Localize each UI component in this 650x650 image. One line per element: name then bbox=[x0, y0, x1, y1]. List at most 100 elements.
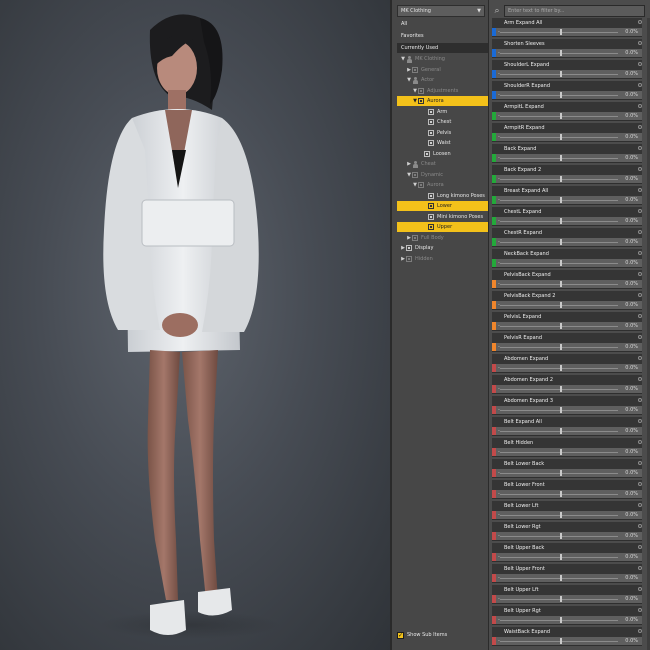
tree-node[interactable]: ▶ Full Body bbox=[406, 233, 444, 243]
slider-value[interactable]: 0.0% bbox=[625, 553, 638, 561]
slider-handle[interactable] bbox=[560, 302, 562, 308]
tree-node[interactable]: Mini kimono Poses bbox=[422, 212, 483, 222]
slider-track[interactable]: -0.0% bbox=[492, 112, 642, 121]
reset-circle-icon[interactable] bbox=[638, 146, 642, 150]
reset-circle-icon[interactable] bbox=[638, 503, 642, 507]
tree-node[interactable]: Loosen bbox=[418, 149, 451, 159]
slider-value[interactable]: 0.0% bbox=[625, 490, 638, 498]
slider-track[interactable]: -0.0% bbox=[492, 28, 642, 37]
slider-track[interactable]: -0.0% bbox=[492, 133, 642, 142]
slider-track[interactable]: -0.0% bbox=[492, 154, 642, 163]
slider-handle[interactable] bbox=[560, 260, 562, 266]
slider-track[interactable]: -0.0% bbox=[492, 385, 642, 394]
slider-value[interactable]: 0.0% bbox=[625, 364, 638, 372]
tree-node[interactable]: Chest bbox=[422, 117, 451, 127]
slider-value[interactable]: 0.0% bbox=[625, 427, 638, 435]
slider-value[interactable]: 0.0% bbox=[625, 595, 638, 603]
slider-value[interactable]: 0.0% bbox=[625, 112, 638, 120]
show-sub-items-toggle[interactable]: ✓ Show Sub Items bbox=[397, 630, 447, 640]
slider-value[interactable]: 0.0% bbox=[625, 322, 638, 330]
slider-track[interactable]: -0.0% bbox=[492, 469, 642, 478]
slider-value[interactable]: 0.0% bbox=[625, 217, 638, 225]
tree-node[interactable]: ▶ General bbox=[406, 65, 441, 75]
slider-handle[interactable] bbox=[560, 218, 562, 224]
top-category-item[interactable]: Favorites bbox=[397, 31, 488, 41]
tree-node[interactable]: ▼ Aurora bbox=[412, 96, 444, 106]
tree-node[interactable]: Arm bbox=[422, 107, 447, 117]
slider-handle[interactable] bbox=[560, 344, 562, 350]
slider-handle[interactable] bbox=[560, 176, 562, 182]
slider-value[interactable]: 0.0% bbox=[625, 574, 638, 582]
slider-value[interactable]: 0.0% bbox=[625, 406, 638, 414]
tree-node[interactable]: Waist bbox=[422, 138, 451, 148]
slider-handle[interactable] bbox=[560, 617, 562, 623]
tree-node[interactable]: ▶ Cheat bbox=[406, 159, 436, 169]
reset-circle-icon[interactable] bbox=[638, 587, 642, 591]
reset-circle-icon[interactable] bbox=[638, 230, 642, 234]
slider-handle[interactable] bbox=[560, 386, 562, 392]
slider-value[interactable]: 0.0% bbox=[625, 469, 638, 477]
slider-value[interactable]: 0.0% bbox=[625, 28, 638, 36]
tree-node[interactable]: ▶ Display bbox=[400, 243, 433, 253]
reset-circle-icon[interactable] bbox=[638, 293, 642, 297]
top-category-item[interactable]: All bbox=[397, 19, 488, 29]
slider-handle[interactable] bbox=[560, 239, 562, 245]
reset-circle-icon[interactable] bbox=[638, 377, 642, 381]
reset-circle-icon[interactable] bbox=[638, 419, 642, 423]
reset-circle-icon[interactable] bbox=[638, 272, 642, 276]
slider-handle[interactable] bbox=[560, 197, 562, 203]
reset-circle-icon[interactable] bbox=[638, 314, 642, 318]
slider-handle[interactable] bbox=[560, 554, 562, 560]
slider-value[interactable]: 0.0% bbox=[625, 259, 638, 267]
reset-circle-icon[interactable] bbox=[638, 545, 642, 549]
slider-handle[interactable] bbox=[560, 323, 562, 329]
reset-circle-icon[interactable] bbox=[638, 440, 642, 444]
slider-handle[interactable] bbox=[560, 512, 562, 518]
slider-value[interactable]: 0.0% bbox=[625, 175, 638, 183]
slider-handle[interactable] bbox=[560, 407, 562, 413]
slider-track[interactable]: -0.0% bbox=[492, 448, 642, 457]
reset-circle-icon[interactable] bbox=[638, 104, 642, 108]
slider-value[interactable]: 0.0% bbox=[625, 196, 638, 204]
slider-track[interactable]: -0.0% bbox=[492, 238, 642, 247]
reset-circle-icon[interactable] bbox=[638, 566, 642, 570]
checkbox-icon[interactable]: ✓ bbox=[397, 631, 404, 639]
slider-track[interactable]: -0.0% bbox=[492, 406, 642, 415]
reset-circle-icon[interactable] bbox=[638, 461, 642, 465]
slider-track[interactable]: -0.0% bbox=[492, 511, 642, 520]
reset-circle-icon[interactable] bbox=[638, 209, 642, 213]
slider-handle[interactable] bbox=[560, 29, 562, 35]
slider-track[interactable]: -0.0% bbox=[492, 427, 642, 436]
search-icon[interactable]: ⌕ bbox=[491, 5, 503, 17]
slider-value[interactable]: 0.0% bbox=[625, 49, 638, 57]
slider-track[interactable]: -0.0% bbox=[492, 490, 642, 499]
slider-track[interactable]: -0.0% bbox=[492, 196, 642, 205]
tree-node[interactable]: ▶ Hidden bbox=[400, 254, 433, 264]
slider-track[interactable]: -0.0% bbox=[492, 553, 642, 562]
reset-circle-icon[interactable] bbox=[638, 335, 642, 339]
reset-circle-icon[interactable] bbox=[638, 398, 642, 402]
slider-handle[interactable] bbox=[560, 365, 562, 371]
slider-track[interactable]: -0.0% bbox=[492, 49, 642, 58]
reset-circle-icon[interactable] bbox=[638, 608, 642, 612]
tree-node[interactable]: Long kimono Poses bbox=[422, 191, 485, 201]
slider-value[interactable]: 0.0% bbox=[625, 616, 638, 624]
slider-track[interactable]: -0.0% bbox=[492, 322, 642, 331]
preset-dropdown[interactable]: MK Clothing ▼ bbox=[397, 5, 485, 17]
slider-handle[interactable] bbox=[560, 281, 562, 287]
reset-circle-icon[interactable] bbox=[638, 41, 642, 45]
slider-track[interactable]: -0.0% bbox=[492, 70, 642, 79]
reset-circle-icon[interactable] bbox=[638, 20, 642, 24]
slider-handle[interactable] bbox=[560, 50, 562, 56]
slider-value[interactable]: 0.0% bbox=[625, 385, 638, 393]
slider-track[interactable]: -0.0% bbox=[492, 532, 642, 541]
slider-handle[interactable] bbox=[560, 71, 562, 77]
slider-handle[interactable] bbox=[560, 596, 562, 602]
slider-track[interactable]: -0.0% bbox=[492, 175, 642, 184]
slider-track[interactable]: -0.0% bbox=[492, 343, 642, 352]
slider-handle[interactable] bbox=[560, 575, 562, 581]
slider-value[interactable]: 0.0% bbox=[625, 133, 638, 141]
slider-track[interactable]: -0.0% bbox=[492, 574, 642, 583]
slider-handle[interactable] bbox=[560, 113, 562, 119]
tree-node[interactable]: Lower bbox=[422, 201, 452, 211]
